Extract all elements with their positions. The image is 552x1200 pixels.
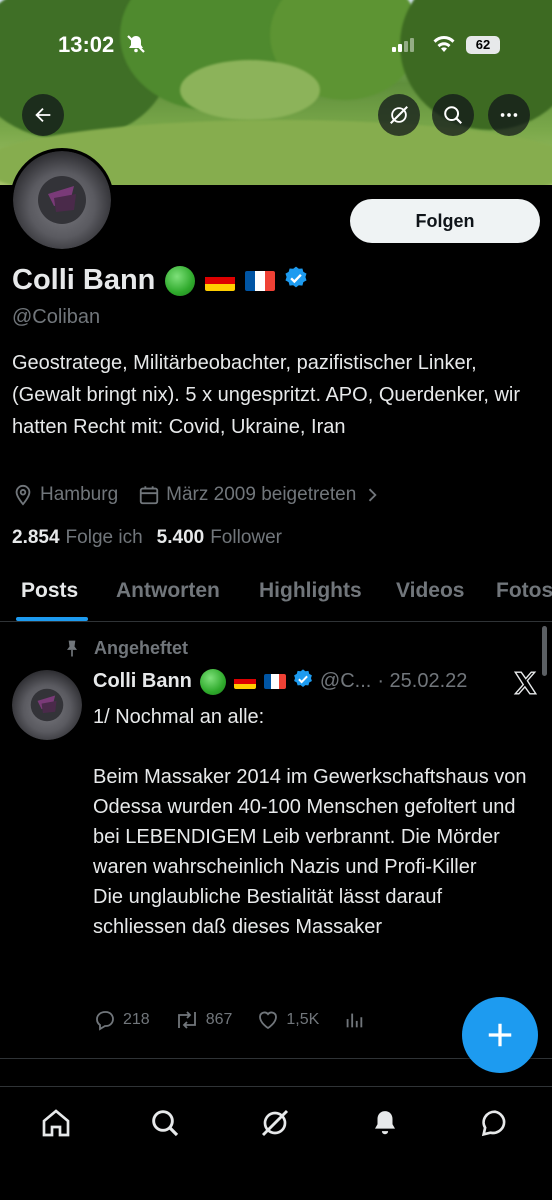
following-label: Folge ich (65, 527, 143, 548)
post-header: Colli Bann @C... · 25.02.22 (93, 668, 543, 695)
verified-badge-icon[interactable] (283, 265, 309, 296)
arrow-left-icon (35, 107, 51, 123)
post-author-avatar[interactable] (12, 670, 82, 740)
status-time: 13:02 (58, 32, 115, 57)
french-flag-icon (245, 270, 276, 291)
reply-count: 218 (123, 1011, 150, 1028)
status-bar: 13:02 62 (0, 30, 552, 64)
nav-messages[interactable] (475, 1103, 515, 1143)
reply-button[interactable]: 218 (93, 1008, 150, 1032)
green-circle-emoji (165, 265, 196, 296)
views-button[interactable] (343, 1009, 371, 1031)
wifi-icon (432, 34, 456, 59)
profile-name-row: Colli Bann (12, 264, 309, 297)
grok-icon (390, 106, 408, 124)
post-actions: 218 867 1,5K (93, 1008, 395, 1032)
profile-bio: Geostratege, Militärbeobachter, pazifist… (12, 352, 520, 438)
german-flag-icon (205, 270, 236, 291)
reply-icon (96, 1011, 114, 1031)
profile-avatar[interactable] (10, 148, 114, 252)
cellular-signal-icon (392, 38, 416, 57)
nav-grok[interactable] (255, 1103, 295, 1143)
search-icon (444, 106, 463, 125)
like-button[interactable]: 1,5K (256, 1008, 319, 1032)
analytics-icon (346, 1013, 363, 1028)
pinned-label: Angeheftet (94, 638, 188, 658)
more-button[interactable] (488, 94, 530, 136)
chevron-right-icon (369, 488, 377, 502)
like-count: 1,5K (286, 1011, 320, 1028)
nav-notifications[interactable] (365, 1103, 405, 1143)
post-author-name[interactable]: Colli Bann (93, 670, 192, 693)
german-flag-icon (233, 674, 256, 689)
post-body[interactable]: 1/ Nochmal an alle: Beim Massaker 2014 i… (93, 702, 533, 942)
nav-home[interactable] (36, 1103, 76, 1143)
heart-icon (259, 1011, 278, 1030)
bottom-navigation (0, 1086, 552, 1200)
verified-badge-icon (292, 668, 314, 695)
follow-button[interactable]: Folgen (350, 199, 540, 243)
silent-mode-icon (126, 34, 146, 59)
plus-icon (488, 1023, 512, 1047)
bell-icon (375, 1111, 395, 1135)
profile-meta: Hamburg März 2009 beigetreten (12, 484, 388, 506)
grok-button[interactable] (378, 94, 420, 136)
active-tab-indicator (16, 617, 88, 621)
joined-item[interactable]: März 2009 beigetreten (138, 484, 388, 506)
french-flag-icon (263, 674, 286, 689)
profile-tabs: Posts Antworten Highlights Videos Fotos (0, 570, 552, 622)
tab-photos[interactable]: Fotos (496, 579, 552, 603)
location-text: Hamburg (40, 484, 119, 505)
post-date: · 25.02.22 (377, 670, 468, 692)
repost-icon (177, 1011, 196, 1029)
follow-counts: 2.854 Folge ich 5.400 Follower (12, 527, 282, 549)
compose-button[interactable] (462, 997, 538, 1073)
grok-icon (261, 1109, 289, 1137)
pin-icon (67, 640, 77, 656)
battery-indicator: 62 (466, 36, 500, 54)
tab-highlights[interactable]: Highlights (259, 579, 362, 603)
followers-count: 5.400 (156, 527, 205, 548)
following-count: 2.854 (12, 527, 60, 548)
followers-label: Follower (210, 527, 283, 548)
joined-text: März 2009 beigetreten (166, 484, 357, 505)
x-logo-icon (512, 670, 538, 701)
repost-count: 867 (205, 1011, 233, 1028)
profile-handle: @Coliban (12, 306, 101, 328)
antifa-flag-icon (38, 176, 86, 224)
pinned-indicator: Angeheftet (62, 638, 188, 659)
search-button[interactable] (432, 94, 474, 136)
post-handle: @C... (319, 670, 372, 692)
search-icon (152, 1110, 179, 1137)
location-item: Hamburg (12, 484, 118, 506)
calendar-icon (139, 486, 159, 505)
repost-button[interactable]: 867 (174, 1008, 233, 1032)
tab-videos[interactable]: Videos (396, 579, 464, 603)
messages-icon (481, 1110, 506, 1137)
followers-link[interactable]: 5.400 Follower (157, 527, 282, 549)
nav-search[interactable] (145, 1103, 185, 1143)
antifa-flag-icon (30, 688, 64, 722)
tab-replies[interactable]: Antworten (116, 579, 220, 603)
green-circle-emoji (199, 668, 226, 695)
more-icon (500, 113, 518, 117)
home-icon (42, 1109, 70, 1137)
back-button[interactable] (22, 94, 64, 136)
location-pin-icon (15, 484, 31, 506)
following-link[interactable]: 2.854 Folge ich (12, 527, 143, 549)
profile-name: Colli Bann (12, 264, 156, 296)
tab-posts[interactable]: Posts (21, 579, 78, 603)
